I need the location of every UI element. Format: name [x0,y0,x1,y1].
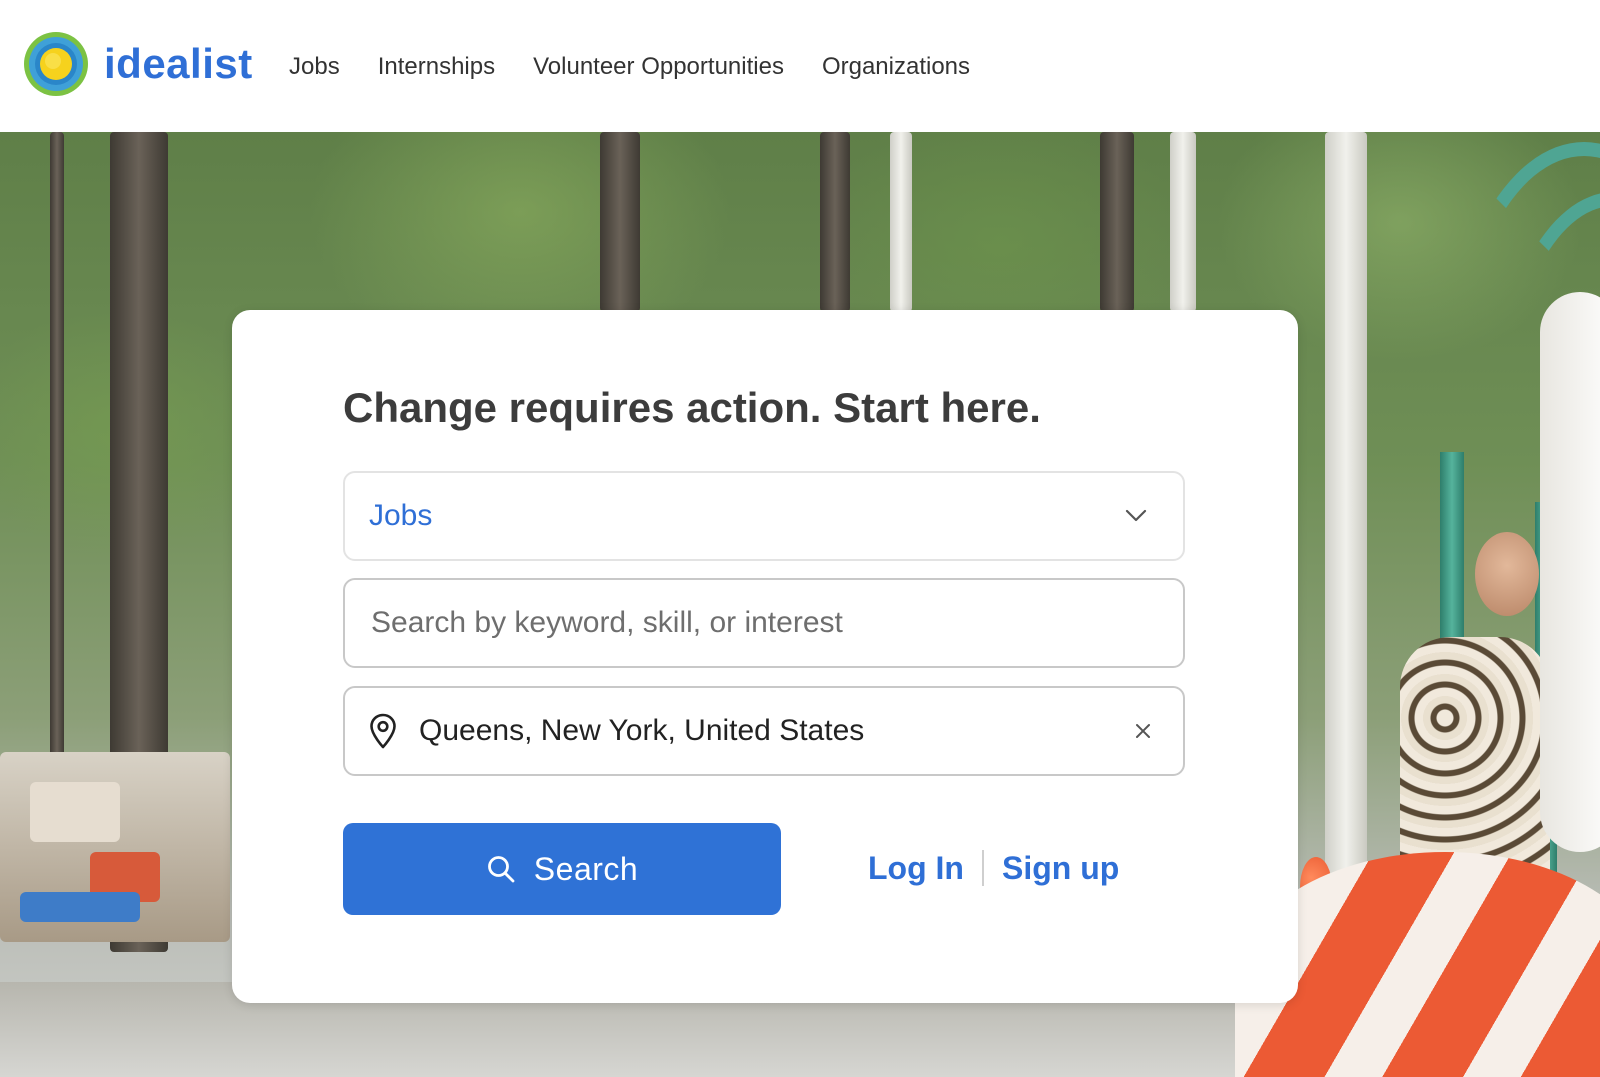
nav-item-jobs[interactable]: Jobs [289,52,340,82]
tree-trunk [1100,132,1134,312]
brand-name: idealist [104,40,253,87]
idealist-sun-logo-icon [24,32,88,96]
listing-type-value: Jobs [369,499,433,532]
search-card: Change requires action. Start here. Jobs… [232,310,1298,1003]
search-button[interactable]: Search [343,823,781,915]
tree-trunk [820,132,850,312]
signup-link[interactable]: Sign up [1002,848,1119,888]
search-card-title: Change requires action. Start here. [343,384,1041,431]
main-nav: Jobs Internships Volunteer Opportunities… [289,52,1008,82]
auth-divider [981,850,984,886]
search-button-label: Search [533,850,639,887]
birch-trunk [1170,132,1196,312]
auth-links: Log In Sign up [868,848,1119,888]
idealist-logo-link[interactable]: idealist [22,30,253,98]
location-value: Queens, New York, United States [419,714,865,747]
keyword-search-input[interactable] [369,605,1183,641]
login-link[interactable]: Log In [868,848,964,888]
keyword-field [343,578,1185,668]
tree-trunk [600,132,640,312]
stall-goods [30,782,120,842]
close-icon[interactable] [1135,723,1151,739]
stall-goods [20,892,140,922]
chevron-down-icon [1125,509,1147,522]
location-pin-icon [370,713,396,749]
site-header: idealist Jobs Internships Volunteer Oppo… [0,0,1600,132]
person-man-head [1475,532,1539,616]
location-field[interactable]: Queens, New York, United States [343,686,1185,776]
nav-item-internships[interactable]: Internships [378,52,495,82]
person-dancer-figure [1540,292,1600,852]
search-icon [487,856,515,883]
birch-trunk [890,132,912,312]
nav-item-organizations[interactable]: Organizations [822,52,970,82]
nav-item-volunteer-opportunities[interactable]: Volunteer Opportunities [533,52,784,82]
listing-type-select[interactable]: Jobs [343,471,1185,561]
